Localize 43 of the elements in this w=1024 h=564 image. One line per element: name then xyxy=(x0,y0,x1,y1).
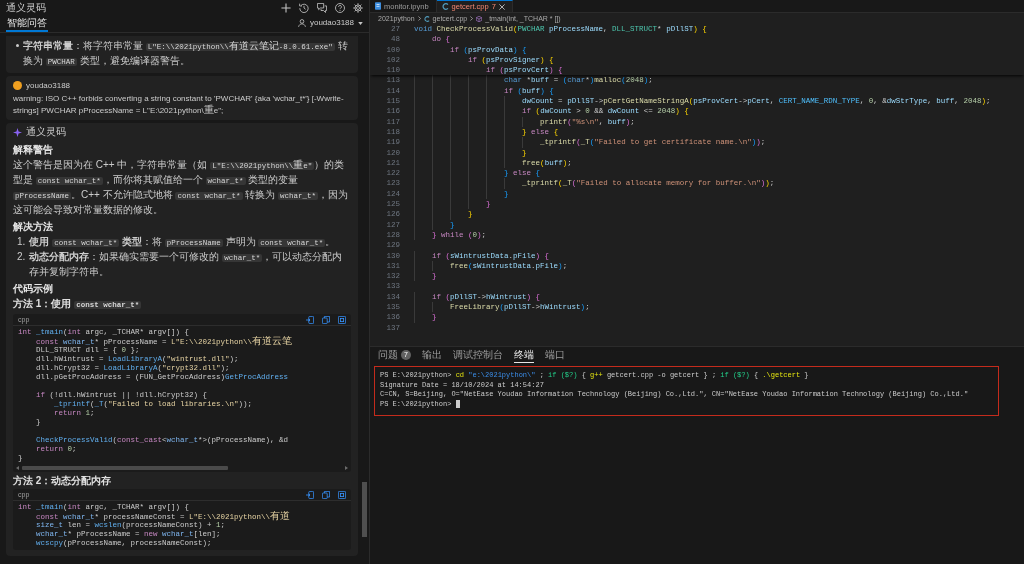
plus-icon[interactable] xyxy=(281,3,291,13)
section-heading: 代码示例 xyxy=(13,282,54,296)
document-arrow-icon[interactable] xyxy=(306,490,314,499)
scrollbar-thumb[interactable] xyxy=(362,482,367,537)
close-icon[interactable] xyxy=(498,3,505,10)
panel-tab[interactable]: 调试控制台 xyxy=(453,348,503,363)
user-name[interactable]: youdao3188 xyxy=(309,18,354,28)
cube-icon xyxy=(476,15,483,22)
c-file-icon xyxy=(423,15,430,22)
copy-icon[interactable] xyxy=(322,315,330,324)
chat-tab[interactable]: 智能问答 xyxy=(6,17,48,32)
help-icon[interactable] xyxy=(335,3,345,13)
scrollbar-thumb[interactable] xyxy=(22,465,228,470)
chat-icon[interactable] xyxy=(317,3,327,13)
panel-tab[interactable]: 端口 xyxy=(545,348,565,363)
document-arrow-icon[interactable] xyxy=(306,315,314,324)
message-text: warning: ISO C++ forbids converting a string constant to 'PWCHAR' {aka 'wchar_t*'} [-Wwrite-strings] PWCHAR pProcessName = L"E:\2021python\重e"; xyxy=(13,93,345,116)
avatar xyxy=(13,81,22,90)
scroll-left-icon[interactable] xyxy=(16,465,19,470)
panel-tab[interactable]: 输出 xyxy=(422,348,442,363)
user-icon xyxy=(297,19,306,27)
bullet-icon xyxy=(16,44,19,47)
chevron-right-icon xyxy=(417,16,421,21)
author-name: 通义灵码 xyxy=(26,127,66,138)
method-heading: 方法 2：动态分配内存 xyxy=(13,474,113,487)
list-number: 1. xyxy=(17,235,26,249)
notebook-icon xyxy=(375,2,381,10)
panel-tab[interactable]: 终端 xyxy=(514,348,534,363)
square-icon[interactable] xyxy=(338,490,346,499)
chevron-right-icon xyxy=(470,16,474,21)
scroll-right-icon[interactable] xyxy=(345,465,348,470)
sparkle-icon xyxy=(13,128,22,137)
list-number: 2. xyxy=(17,250,26,264)
c-file-icon xyxy=(441,3,449,10)
author-name: youdao3188 xyxy=(26,80,71,91)
caret-down-icon[interactable] xyxy=(358,21,363,25)
history-icon[interactable] xyxy=(299,3,309,13)
settings-icon[interactable] xyxy=(353,3,363,13)
copy-icon[interactable] xyxy=(322,490,330,499)
section-heading: 解释警告 xyxy=(13,143,54,157)
panel-title: 通义灵码 xyxy=(6,2,46,14)
section-heading: 解决方法 xyxy=(13,220,54,234)
square-icon[interactable] xyxy=(338,315,346,324)
